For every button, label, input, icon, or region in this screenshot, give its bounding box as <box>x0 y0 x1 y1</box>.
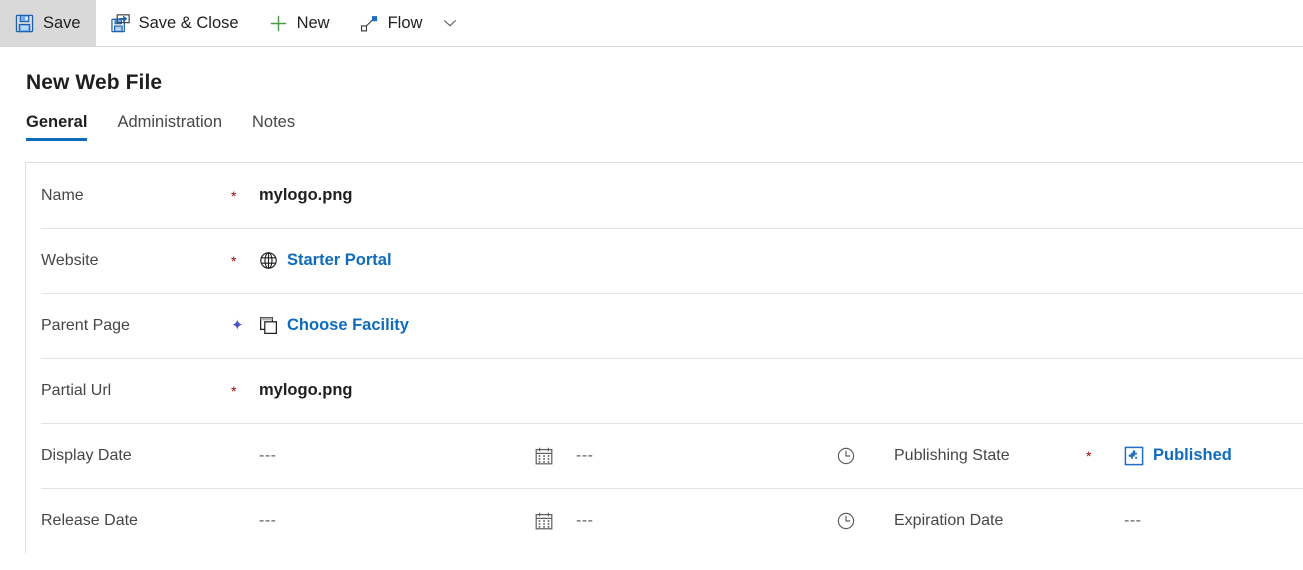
field-label-partial-url: Partial Url <box>41 381 112 399</box>
new-button-label: New <box>296 13 330 32</box>
tab-notes[interactable]: Notes <box>237 113 310 141</box>
globe-icon <box>259 251 278 270</box>
tab-administration-label: Administration <box>117 113 222 131</box>
marker-release-date <box>231 488 259 553</box>
tab-general[interactable]: General <box>26 113 102 141</box>
form-row-display-date: Display Date --- --- Publishing State * … <box>26 423 1303 488</box>
field-value-website[interactable]: Starter Portal <box>259 228 392 293</box>
marker-expiration-date <box>1086 488 1124 553</box>
field-label-website: Website <box>41 251 99 269</box>
field-label-display-date: Display Date <box>41 446 132 464</box>
form-row-parent-page: Parent Page ✦ Choose Facility <box>26 293 1303 358</box>
required-marker-publishing-state: * <box>1086 447 1092 464</box>
save-icon <box>15 14 34 33</box>
field-label-release-date: Release Date <box>41 511 138 529</box>
form-row-release-date: Release Date --- --- Expiration Date --- <box>26 488 1303 553</box>
tab-administration[interactable]: Administration <box>102 113 237 141</box>
website-lookup-link[interactable]: Starter Portal <box>287 251 392 270</box>
parent-page-lookup-link[interactable]: Choose Facility <box>287 316 409 335</box>
release-time-input[interactable]: --- <box>576 488 836 553</box>
flow-button-label: Flow <box>387 13 423 32</box>
required-marker-name: * <box>231 187 237 204</box>
required-marker-partial-url: * <box>231 382 237 399</box>
field-value-parent-page[interactable]: Choose Facility <box>259 293 409 358</box>
save-button-label: Save <box>43 13 81 32</box>
flow-icon <box>360 14 379 33</box>
plus-icon <box>269 14 288 33</box>
clock-icon[interactable] <box>836 488 894 553</box>
chevron-down-icon <box>441 14 459 32</box>
save-and-close-button-label: Save & Close <box>138 13 239 32</box>
general-tab-form: Name * mylogo.png Website * Starter Port… <box>25 162 1303 553</box>
save-button[interactable]: Save <box>0 0 96 46</box>
clock-icon[interactable] <box>836 423 894 488</box>
flow-button[interactable]: Flow <box>345 0 438 46</box>
new-button[interactable]: New <box>254 0 345 46</box>
field-value-partial-url[interactable]: mylogo.png <box>259 358 353 423</box>
calendar-icon[interactable] <box>534 488 576 553</box>
form-row-website: Website * Starter Portal <box>26 228 1303 293</box>
field-value-name[interactable]: mylogo.png <box>259 163 353 228</box>
form-tab-strip: General Administration Notes <box>0 95 1303 141</box>
form-row-name: Name * mylogo.png <box>26 163 1303 228</box>
field-label-publishing-state: Publishing State <box>894 446 1010 464</box>
field-label-name: Name <box>41 186 84 204</box>
command-bar: Save Save & Close New Flow <box>0 0 1303 47</box>
field-value-expiration-date[interactable]: --- <box>1124 488 1141 553</box>
tab-general-label: General <box>26 113 88 131</box>
display-time-input[interactable]: --- <box>576 423 836 488</box>
pages-icon <box>259 316 278 335</box>
display-date-input[interactable]: --- <box>259 423 534 488</box>
field-label-parent-page: Parent Page <box>41 316 130 334</box>
field-label-expiration-date: Expiration Date <box>894 511 1004 529</box>
field-value-publishing-state[interactable]: Published <box>1124 423 1232 488</box>
page-title: New Web File <box>26 71 163 94</box>
required-marker-website: * <box>231 252 237 269</box>
tab-notes-label: Notes <box>252 113 296 131</box>
save-and-close-button[interactable]: Save & Close <box>96 0 254 46</box>
release-date-input[interactable]: --- <box>259 488 534 553</box>
calendar-icon[interactable] <box>534 423 576 488</box>
publishing-state-icon <box>1124 446 1144 466</box>
recommended-marker-parent-page: ✦ <box>231 317 244 334</box>
command-bar-overflow-button[interactable] <box>437 0 473 46</box>
publishing-state-lookup-link[interactable]: Published <box>1153 446 1232 465</box>
form-row-partial-url: Partial Url * mylogo.png <box>26 358 1303 423</box>
save-close-icon <box>110 13 130 33</box>
marker-display-date <box>231 423 259 488</box>
